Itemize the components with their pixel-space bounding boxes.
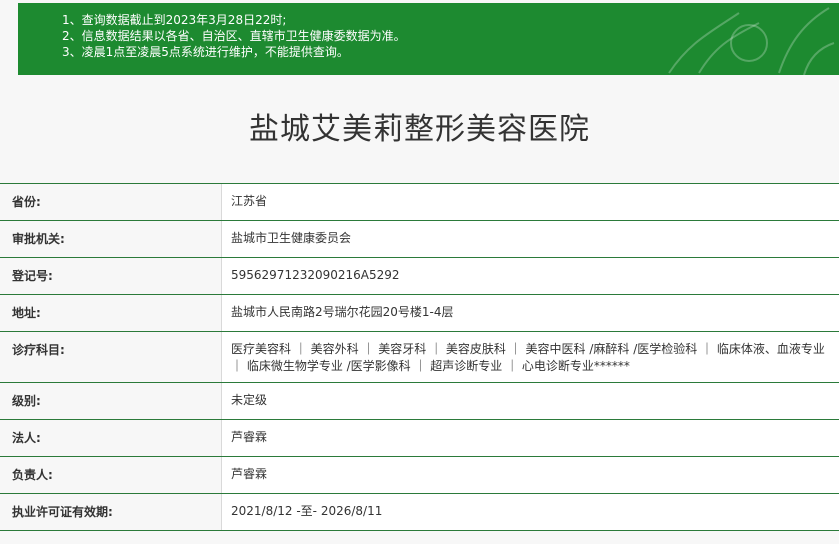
row-value: 芦睿霖 — [221, 420, 839, 456]
row-value: 2021/8/12 -至- 2026/8/11 — [221, 494, 839, 530]
table-row: 省份: 江苏省 — [0, 184, 839, 221]
row-label: 地址: — [0, 295, 221, 331]
page-title: 盐城艾美莉整形美容医院 — [249, 112, 590, 147]
row-value: 盐城市卫生健康委员会 — [221, 221, 839, 257]
table-row: 诊疗科目: 医疗美容科 ｜ 美容外科 ｜ 美容牙科 ｜ 美容皮肤科 ｜ 美容中医… — [0, 332, 839, 383]
row-label: 级别: — [0, 383, 221, 419]
row-value: 59562971232090216A5292 — [221, 258, 839, 294]
leaf-decoration-icon — [668, 7, 835, 75]
row-label: 负责人: — [0, 457, 221, 493]
table-row: 执业许可证有效期: 2021/8/12 -至- 2026/8/11 — [0, 494, 839, 531]
row-value: 江苏省 — [221, 184, 839, 220]
table-row: 审批机关: 盐城市卫生健康委员会 — [0, 221, 839, 258]
row-value: 盐城市人民南路2号瑞尔花园20号楼1-4层 — [221, 295, 839, 331]
row-value: 未定级 — [221, 383, 839, 419]
row-label: 诊疗科目: — [0, 332, 221, 382]
table-row: 负责人: 芦睿霖 — [0, 457, 839, 494]
table-row: 法人: 芦睿霖 — [0, 420, 839, 457]
table-row: 地址: 盐城市人民南路2号瑞尔花园20号楼1-4层 — [0, 295, 839, 332]
row-label: 法人: — [0, 420, 221, 456]
row-label: 审批机关: — [0, 221, 221, 257]
table-row: 级别: 未定级 — [0, 383, 839, 420]
row-label: 省份: — [0, 184, 221, 220]
info-table: 省份: 江苏省 审批机关: 盐城市卫生健康委员会 登记号: 5956297123… — [0, 183, 839, 531]
notice-banner: 1、查询数据截止到2023年3月28日22时; 2、信息数据结果以各省、自治区、… — [18, 3, 839, 75]
table-row: 登记号: 59562971232090216A5292 — [0, 258, 839, 295]
row-label: 登记号: — [0, 258, 221, 294]
row-label: 执业许可证有效期: — [0, 494, 221, 530]
row-value: 医疗美容科 ｜ 美容外科 ｜ 美容牙科 ｜ 美容皮肤科 ｜ 美容中医科 /麻醉科… — [221, 332, 839, 382]
row-value: 芦睿霖 — [221, 457, 839, 493]
